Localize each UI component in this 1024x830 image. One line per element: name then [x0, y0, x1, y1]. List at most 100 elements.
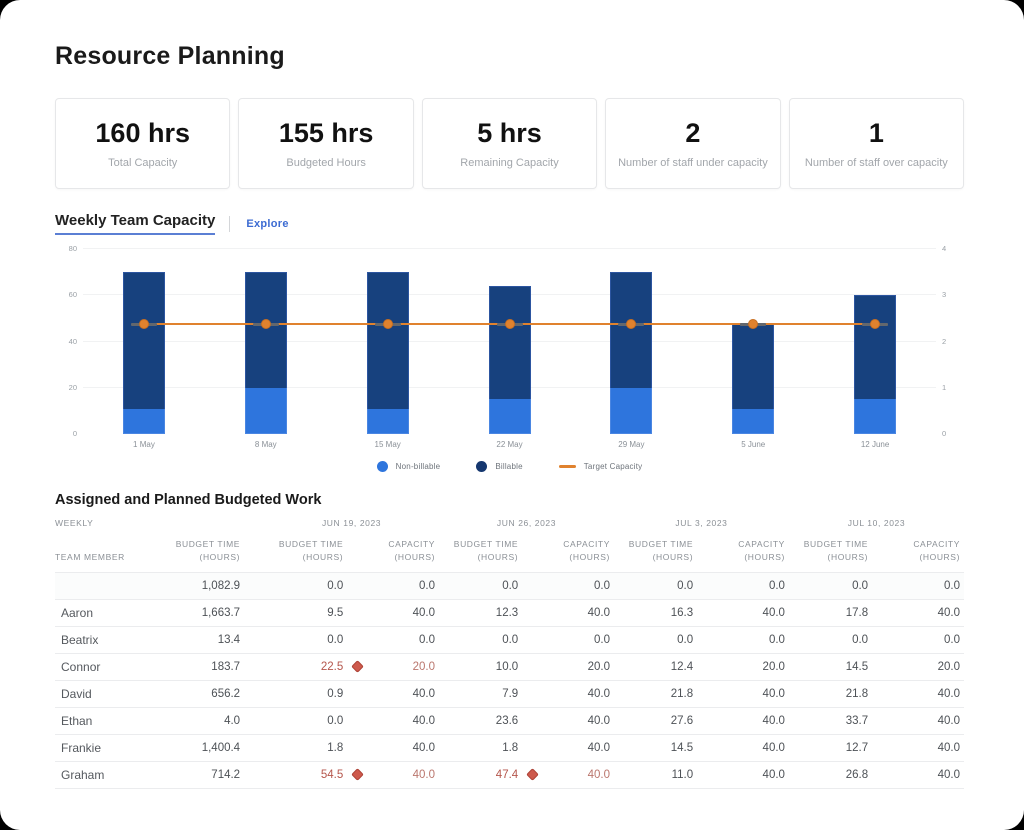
cell-value: 20.0: [938, 661, 960, 673]
total-budget-cell: 13.4: [170, 626, 265, 653]
legend-dot-swatch: [476, 461, 487, 472]
budget-time-header: BUDGET TIME(HOURS): [439, 538, 542, 572]
bar-group: [692, 249, 814, 434]
header-line1: CAPACITY: [738, 539, 785, 549]
capacity-cell: 40.0: [717, 707, 789, 734]
right-axis-tick: 3: [942, 290, 946, 299]
budget-time-header: BUDGET TIME(HOURS): [614, 538, 717, 572]
cell-value: 20.0: [763, 661, 785, 673]
cell-value: 0.0: [677, 580, 693, 592]
capacity-cell: 40.0: [367, 680, 439, 707]
cell-value: 20.0: [588, 661, 610, 673]
target-capacity-dot[interactable]: [261, 319, 271, 329]
nonbillable-bar-segment[interactable]: [367, 409, 409, 434]
target-capacity-dot[interactable]: [383, 319, 393, 329]
stacked-bar[interactable]: [732, 323, 774, 434]
cell-value: 16.3: [671, 607, 693, 619]
legend-item-non-billable[interactable]: Non-billable: [377, 461, 441, 472]
nonbillable-bar-segment[interactable]: [245, 388, 287, 434]
billable-bar-segment[interactable]: [367, 272, 409, 408]
cell-value: 40.0: [413, 607, 435, 619]
capacity-cell: 40.0: [717, 734, 789, 761]
cell-value: 0.0: [769, 634, 785, 646]
nonbillable-bar-segment[interactable]: [610, 388, 652, 434]
week-group-header: JUN 26, 2023: [439, 518, 614, 538]
stat-label: Budgeted Hours: [286, 157, 366, 169]
stacked-bar[interactable]: [367, 272, 409, 434]
target-capacity-dot[interactable]: [626, 319, 636, 329]
table-row: Beatrix13.40.00.00.00.00.00.00.00.0: [55, 626, 964, 653]
stacked-bar[interactable]: [610, 272, 652, 434]
bar-group: [570, 249, 692, 434]
cell-value: 0.0: [852, 634, 868, 646]
capacity-cell: 40.0: [542, 680, 614, 707]
nonbillable-bar-segment[interactable]: [489, 399, 531, 434]
budget-time-cell: 21.8: [789, 680, 892, 707]
header-line2: (HOURS): [828, 552, 869, 562]
budget-time-cell: 0.0: [264, 626, 367, 653]
cell-value: 1.8: [327, 742, 343, 754]
x-axis-label: 29 May: [570, 440, 692, 449]
target-capacity-dot[interactable]: [139, 319, 149, 329]
target-capacity-dot[interactable]: [748, 319, 758, 329]
billable-bar-segment[interactable]: [245, 272, 287, 388]
budget-time-cell: 26.8: [789, 761, 892, 788]
cell-value: 0.0: [502, 580, 518, 592]
budget-time-cell: 0.0: [789, 572, 892, 599]
header-line2: (HOURS): [569, 552, 610, 562]
billable-bar-segment[interactable]: [854, 295, 896, 399]
cell-value: 40.0: [588, 715, 610, 727]
billable-bar-segment[interactable]: [732, 323, 774, 409]
stat-card-budgeted-hours: 155 hrs Budgeted Hours: [238, 98, 413, 189]
stat-card-staff-over-capacity: 1 Number of staff over capacity: [789, 98, 964, 189]
budget-time-cell: 14.5: [614, 734, 717, 761]
nonbillable-bar-segment[interactable]: [123, 409, 165, 434]
budget-time-cell: 1.8: [439, 734, 542, 761]
right-axis-tick: 2: [942, 337, 946, 346]
nonbillable-bar-segment[interactable]: [732, 409, 774, 434]
cell-value: 14.5: [846, 661, 868, 673]
stacked-bar[interactable]: [489, 286, 531, 434]
bar-group: [327, 249, 449, 434]
table-row: Ethan4.00.040.023.640.027.640.033.740.0: [55, 707, 964, 734]
cell-value: 0.0: [419, 580, 435, 592]
stat-value: 155 hrs: [279, 118, 374, 149]
legend-line-swatch: [559, 465, 576, 468]
cell-value: 0.0: [419, 634, 435, 646]
table-row: Aaron1,663.79.540.012.340.016.340.017.84…: [55, 599, 964, 626]
legend-label: Target Capacity: [584, 462, 643, 471]
cell-value: 22.5: [321, 661, 343, 673]
capacity-cell: 40.0: [542, 707, 614, 734]
cell-value: 54.5: [321, 769, 343, 781]
stacked-bar[interactable]: [245, 272, 287, 434]
capacity-cell: 40.0: [892, 599, 964, 626]
capacity-header: CAPACITY(HOURS): [892, 538, 964, 572]
billable-bar-segment[interactable]: [489, 286, 531, 399]
left-axis-tick: 20: [69, 383, 77, 392]
stat-value: 5 hrs: [477, 118, 542, 149]
explore-link[interactable]: Explore: [246, 218, 288, 230]
budget-time-cell: 23.6: [439, 707, 542, 734]
billable-bar-segment[interactable]: [610, 272, 652, 388]
stacked-bar[interactable]: [854, 295, 896, 434]
target-capacity-dot[interactable]: [870, 319, 880, 329]
budget-time-cell: 33.7: [789, 707, 892, 734]
capacity-cell: 20.0: [542, 653, 614, 680]
capacity-cell: 40.0: [542, 599, 614, 626]
budget-time-cell: 27.6: [614, 707, 717, 734]
legend-item-target-capacity[interactable]: Target Capacity: [559, 462, 643, 471]
budget-time-cell: 0.0: [789, 626, 892, 653]
nonbillable-bar-segment[interactable]: [854, 399, 896, 434]
budget-time-cell: 12.7: [789, 734, 892, 761]
tab-weekly-team-capacity[interactable]: Weekly Team Capacity: [55, 212, 215, 235]
team-member-cell: Connor: [55, 653, 170, 680]
cell-value: 27.6: [671, 715, 693, 727]
billable-bar-segment[interactable]: [123, 272, 165, 408]
target-capacity-dot[interactable]: [505, 319, 515, 329]
left-axis-tick: 0: [73, 429, 77, 438]
stacked-bar[interactable]: [123, 272, 165, 434]
budgeted-work-table: WEEKLYJUN 19, 2023JUN 26, 2023JUL 3, 202…: [55, 518, 964, 789]
total-budget-cell: 714.2: [170, 761, 265, 788]
cell-value: 0.0: [502, 634, 518, 646]
legend-item-billable[interactable]: Billable: [476, 461, 522, 472]
